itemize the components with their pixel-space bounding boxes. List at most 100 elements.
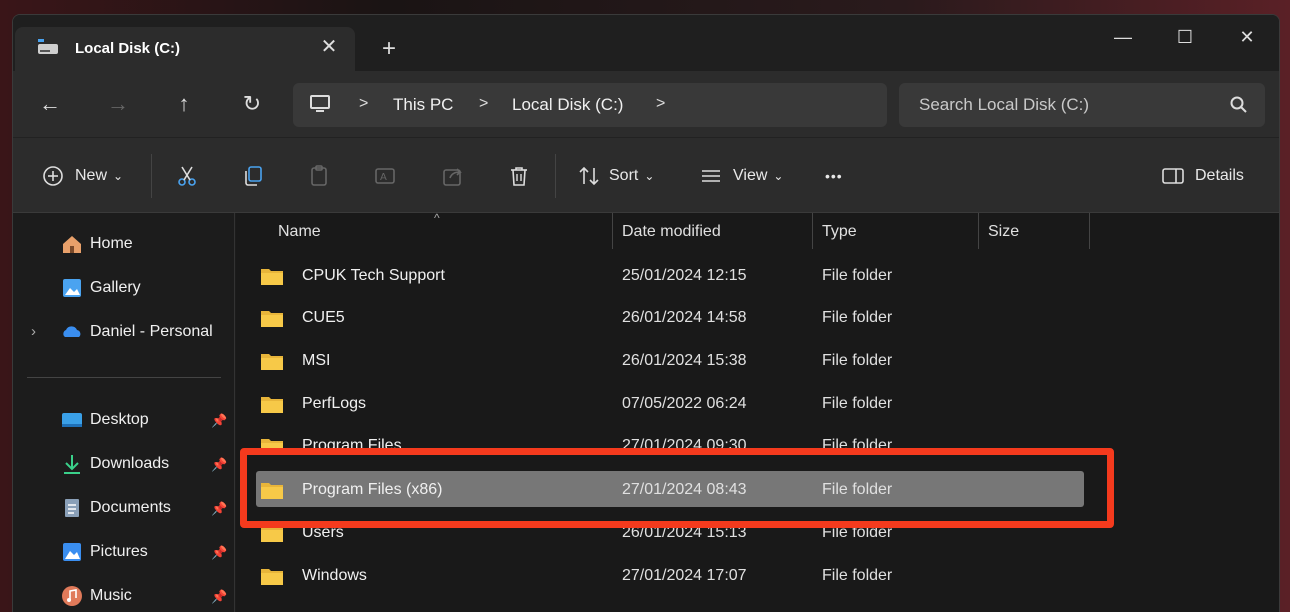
- column-divider[interactable]: [1089, 213, 1090, 249]
- file-type: File folder: [822, 309, 893, 326]
- pictures-icon: [63, 543, 81, 561]
- folder-icon: [261, 354, 283, 370]
- file-list: ^ Name Date modified Type Size CPUK Tech…: [236, 211, 1279, 612]
- search-icon[interactable]: [1229, 95, 1249, 115]
- column-header-name[interactable]: Name: [278, 223, 321, 241]
- file-name: MSI: [302, 352, 331, 369]
- download-icon: [64, 455, 80, 474]
- table-row[interactable]: PerfLogs 07/05/2022 06:24 File folder: [236, 385, 1279, 423]
- up-button[interactable]: ↑: [169, 89, 199, 119]
- table-row[interactable]: Program Files (x86) 27/01/2024 08:43 File …: [236, 471, 1279, 509]
- view-icon: [702, 170, 720, 182]
- address-bar[interactable]: > This PC > Local Disk (C:) >: [293, 83, 887, 127]
- view-button[interactable]: View ⌄: [699, 160, 783, 192]
- sort-label: Sort: [609, 167, 639, 184]
- column-divider[interactable]: [612, 213, 613, 249]
- paste-icon[interactable]: [307, 164, 331, 188]
- copy-icon[interactable]: [241, 164, 265, 188]
- sidebar-item-gallery[interactable]: Gallery: [13, 269, 235, 309]
- refresh-button[interactable]: ↻: [237, 89, 267, 119]
- file-date-modified: 26/01/2024 15:13: [622, 524, 747, 541]
- file-type: File folder: [822, 567, 893, 584]
- forward-button[interactable]: →: [103, 89, 133, 119]
- folder-icon: [261, 439, 283, 455]
- details-label: Details: [1195, 167, 1244, 184]
- expand-chevron-icon[interactable]: ›: [31, 323, 36, 340]
- column-header-type[interactable]: Type: [822, 223, 857, 241]
- navigation-pane: Home Gallery › Daniel - Personal Desktop…: [13, 213, 235, 612]
- share-icon[interactable]: [441, 164, 465, 188]
- folder-icon: [261, 483, 283, 499]
- new-tab-button[interactable]: +: [375, 35, 403, 63]
- breadcrumb-expand[interactable]: >: [656, 95, 665, 113]
- delete-icon[interactable]: [507, 164, 531, 188]
- file-date-modified: 07/05/2022 06:24: [622, 395, 747, 412]
- file-date-modified: 26/01/2024 15:38: [622, 352, 747, 369]
- sidebar-item-desktop[interactable]: Desktop 📌: [13, 401, 235, 441]
- sidebar-item-documents[interactable]: Documents 📌: [13, 489, 235, 529]
- pin-icon[interactable]: 📌: [211, 589, 227, 605]
- close-tab-icon[interactable]: ✕: [317, 35, 341, 59]
- back-button[interactable]: ←: [35, 89, 65, 119]
- column-header-size[interactable]: Size: [988, 223, 1019, 241]
- rename-icon[interactable]: A: [373, 164, 397, 188]
- breadcrumb-local-disk[interactable]: Local Disk (C:): [512, 95, 623, 115]
- table-row[interactable]: Users 26/01/2024 15:13 File folder: [236, 514, 1279, 552]
- sidebar-item-onedrive[interactable]: › Daniel - Personal: [13, 313, 235, 353]
- pin-icon[interactable]: 📌: [211, 501, 227, 517]
- minimize-button[interactable]: —: [1103, 21, 1143, 53]
- chevron-down-icon: ⌄: [644, 169, 655, 183]
- column-divider[interactable]: [978, 213, 979, 249]
- file-type: File folder: [822, 437, 893, 454]
- column-header-date[interactable]: Date modified: [622, 223, 721, 241]
- breadcrumb-this-pc[interactable]: This PC: [393, 95, 453, 115]
- file-date-modified: 27/01/2024 17:07: [622, 567, 747, 584]
- sidebar-item-label: Music: [90, 587, 132, 604]
- onedrive-icon: [63, 326, 81, 337]
- pin-icon[interactable]: 📌: [211, 413, 227, 429]
- table-row[interactable]: CPUK Tech Support 25/01/2024 12:15 File fo…: [236, 257, 1279, 295]
- folder-icon: [261, 569, 283, 585]
- close-window-button[interactable]: ✕: [1227, 21, 1267, 53]
- details-button[interactable]: Details: [1161, 160, 1244, 192]
- sidebar-item-label: Documents: [90, 499, 171, 516]
- more-options-button[interactable]: •••: [825, 160, 843, 192]
- sidebar-item-label: Pictures: [90, 543, 148, 560]
- file-type: File folder: [822, 481, 893, 498]
- sidebar-item-pictures[interactable]: Pictures 📌: [13, 533, 235, 573]
- table-row[interactable]: CUE5 26/01/2024 14:58 File folder: [236, 299, 1279, 337]
- pin-icon[interactable]: 📌: [211, 457, 227, 473]
- sidebar-item-music[interactable]: Music 📌: [13, 577, 235, 612]
- pin-icon[interactable]: 📌: [211, 545, 227, 561]
- file-name: Program Files: [302, 437, 402, 454]
- maximize-button[interactable]: ☐: [1165, 21, 1205, 53]
- file-explorer-window: Local Disk (C:) ✕ + — ☐ ✕ ← → ↑ ↻ > This…: [12, 14, 1280, 612]
- sort-ascending-icon: ^: [434, 211, 440, 225]
- file-type: File folder: [822, 267, 893, 284]
- search-input[interactable]: Search Local Disk (C:): [919, 95, 1089, 115]
- navigation-bar: ← → ↑ ↻ > This PC > Local Disk (C:) > Se…: [13, 71, 1279, 137]
- toolbar-divider: [555, 154, 556, 198]
- home-icon: [63, 236, 81, 253]
- details-pane-icon: [1162, 168, 1184, 184]
- column-divider[interactable]: [812, 213, 813, 249]
- search-box[interactable]: Search Local Disk (C:): [899, 83, 1265, 127]
- sidebar-item-downloads[interactable]: Downloads 📌: [13, 445, 235, 485]
- sidebar-item-home[interactable]: Home: [13, 225, 235, 265]
- file-name: CUE5: [302, 309, 345, 326]
- file-date-modified: 25/01/2024 12:15: [622, 267, 747, 284]
- table-row[interactable]: Program Files 27/01/2024 09:30 File folder: [236, 427, 1279, 465]
- sidebar-item-label: Home: [90, 235, 133, 252]
- new-button[interactable]: New ⌄: [41, 160, 123, 192]
- sidebar-item-label: Downloads: [90, 455, 170, 472]
- gallery-icon: [63, 279, 81, 297]
- drive-icon: [38, 39, 58, 54]
- file-name: PerfLogs: [302, 395, 367, 412]
- table-row[interactable]: MSI 26/01/2024 15:38 File folder: [236, 342, 1279, 380]
- sort-button[interactable]: Sort ⌄: [577, 160, 654, 192]
- sidebar-item-label: Gallery: [90, 279, 141, 296]
- cut-icon[interactable]: [175, 164, 199, 188]
- tab-local-disk[interactable]: Local Disk (C:) ✕: [15, 27, 355, 71]
- file-name: Program Files (x86): [302, 481, 443, 498]
- table-row[interactable]: Windows 27/01/2024 17:07 File folder: [236, 557, 1279, 595]
